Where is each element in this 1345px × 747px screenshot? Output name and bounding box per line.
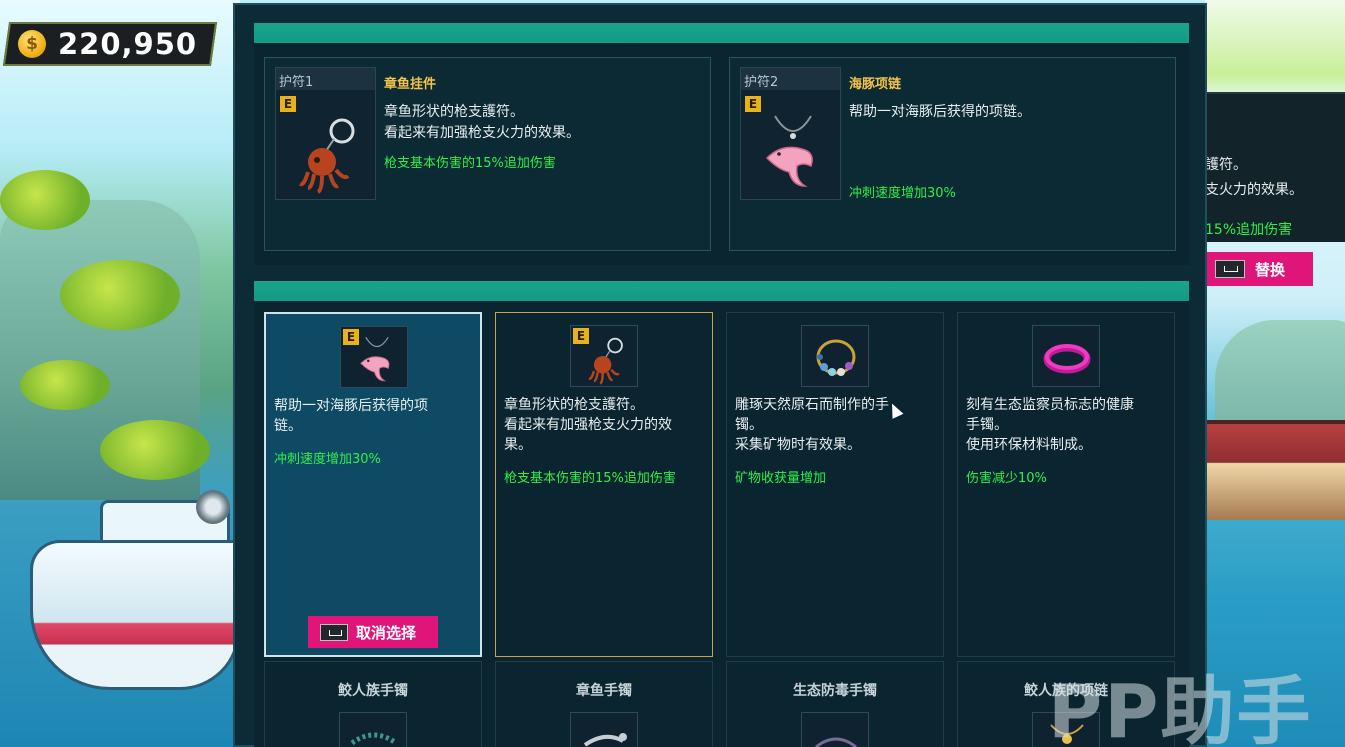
octopus-charm-icon <box>299 118 355 194</box>
peek-description-line: 護符。 <box>1205 157 1247 173</box>
item-name: 章鱼挂件 <box>384 77 437 92</box>
band-arc <box>815 737 857 747</box>
equipped-section-header <box>254 23 1189 43</box>
peek-effect: 15%追加伤害 <box>1205 222 1293 238</box>
background-island-left <box>0 0 240 747</box>
bead-strand <box>350 732 398 746</box>
card-name: 生态防毒手镯 <box>793 683 877 699</box>
coin-icon: $ <box>18 30 46 58</box>
inventory-card-merfolk-bracelet[interactable]: 鲛人族手镯 <box>264 661 482 747</box>
card-effect: 矿物收获量增加 <box>735 471 827 486</box>
item-description: 章鱼形状的枪支護符。 看起来有加强枪支火力的效果。 <box>384 104 580 141</box>
dolphin-necklace-icon <box>765 115 813 187</box>
item-description: 帮助一对海豚后获得的项链。 <box>849 104 1031 120</box>
beaded-bracelet-icon <box>339 712 407 747</box>
peek-detail-panel: 護符。 支火力的效果。 15%追加伤害 <box>1205 92 1345 242</box>
slot-thumbnail: 护符2 E <box>740 67 841 200</box>
card-thumbnail <box>801 325 869 387</box>
spacebar-key-icon <box>320 623 348 641</box>
foliage <box>20 360 110 410</box>
card-description: 雕琢天然原石而制作的手 镯。 采集矿物时有效果。 <box>735 397 889 453</box>
charm-equip-modal: 护符1 E 章鱼挂件 章鱼形状的枪支護符。 看起来有加强枪支火力的效果。 枪支基… <box>233 3 1207 747</box>
foliage <box>100 420 210 480</box>
card-thumbnail <box>1032 325 1100 387</box>
card-thumbnail: E <box>340 326 408 388</box>
card-description: 刻有生态监察员标志的健康 手镯。 使用环保材料制成。 <box>966 397 1134 453</box>
foliage <box>60 260 180 330</box>
card-thumbnail: E <box>570 325 638 387</box>
peek-description-line: 支火力的效果。 <box>1205 182 1303 198</box>
card-effect: 冲刺速度增加30% <box>274 452 381 467</box>
foliage <box>0 170 90 230</box>
replace-button-label: 替换 <box>1255 260 1286 279</box>
card-name: 鲛人族手镯 <box>338 683 408 699</box>
slot-label: 护符2 <box>741 68 840 90</box>
dolphin-necklace-icon <box>360 336 390 382</box>
stone-bracelet-icon <box>816 339 856 376</box>
octopus-charm-icon <box>588 337 623 385</box>
inventory-card-eco-wristband[interactable]: 刻有生态监察员标志的健康 手镯。 使用环保材料制成。 伤害减少10% <box>957 312 1175 657</box>
slot-label: 护符1 <box>276 68 375 90</box>
equipped-slot-1[interactable]: 护符1 E 章鱼挂件 章鱼形状的枪支護符。 看起来有加强枪支火力的效果。 枪支基… <box>264 57 711 251</box>
eco-wristband-icon <box>1043 344 1091 374</box>
spacebar-key-icon <box>1215 260 1245 278</box>
item-name: 海豚项链 <box>849 77 902 92</box>
currency-amount: 220,950 <box>58 27 198 61</box>
replace-button[interactable]: 替换 <box>1207 252 1313 286</box>
item-effect: 冲刺速度增加30% <box>849 186 956 201</box>
octopus-bracelet-icon <box>570 712 638 747</box>
equipped-slot-2[interactable]: 护符2 E 海豚项链 帮助一对海豚后获得的项链。 冲刺速度增加30% <box>729 57 1176 251</box>
card-effect: 枪支基本伤害的15%追加伤害 <box>504 471 676 486</box>
village-house <box>1205 420 1345 520</box>
currency-counter: $ 220,950 <box>2 22 218 66</box>
inventory-card-octopus-bracelet[interactable]: 章鱼手镯 <box>495 661 713 747</box>
inventory-card-octopus-charm[interactable]: E 章鱼形状的枪支護符。 看起来有加强枪支火力的效 果。 枪支基本伤害的15%追… <box>495 312 713 657</box>
inventory-card-dolphin-necklace[interactable]: E 帮助一对海豚后获得的项 链。 冲刺速度增加30% 取消选择 <box>264 312 482 657</box>
antidote-bracelet-icon <box>801 712 869 747</box>
card-description: 章鱼形状的枪支護符。 看起来有加强枪支火力的效 果。 <box>504 397 672 453</box>
slot-thumbnail: 护符1 E <box>275 67 376 200</box>
inventory-section-header <box>254 281 1189 301</box>
boat <box>30 540 240 690</box>
cancel-selection-label: 取消选择 <box>356 623 417 642</box>
card-name: 章鱼手镯 <box>576 683 632 699</box>
spotlight-icon <box>196 490 230 524</box>
cancel-selection-button[interactable]: 取消选择 <box>308 616 438 648</box>
card-effect: 伤害减少10% <box>966 471 1047 486</box>
item-effect: 枪支基本伤害的15%追加伤害 <box>384 156 556 171</box>
inventory-card-antidote-bracelet[interactable]: 生态防毒手镯 <box>726 661 944 747</box>
inventory-card-stone-bracelet[interactable]: 雕琢天然原石而制作的手 镯。 采集矿物时有效果。 矿物收获量增加 <box>726 312 944 657</box>
card-description: 帮助一对海豚后获得的项 链。 <box>274 398 428 434</box>
watermark: PP助手 <box>1048 669 1313 747</box>
tentacle-band <box>583 733 627 747</box>
